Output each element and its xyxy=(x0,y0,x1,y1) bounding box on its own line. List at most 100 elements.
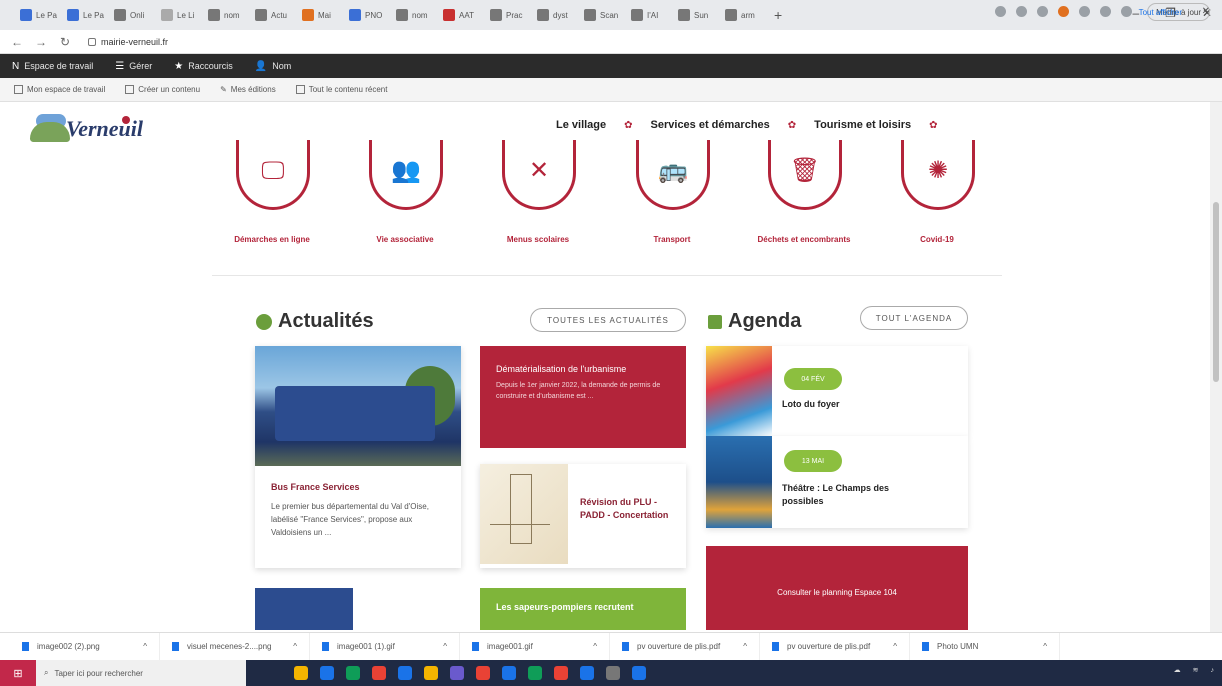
volume-icon[interactable]: ♪ xyxy=(1211,667,1215,674)
new-tab-button[interactable]: + xyxy=(774,7,782,23)
chevron-up-icon[interactable]: ^ xyxy=(443,642,447,651)
browser-tab[interactable]: Sun xyxy=(674,4,719,26)
url-field[interactable]: mairie-verneuil.fr xyxy=(88,37,168,47)
taskbar-app-icon[interactable] xyxy=(502,666,516,680)
planning-card[interactable]: Consulter le planning Espace 104 xyxy=(706,546,968,630)
quick-link[interactable]: 🚌 Transport xyxy=(612,140,732,270)
news-card-pompiers[interactable]: Les sapeurs-pompiers recrutent xyxy=(480,588,686,630)
close-icon[interactable]: ✕ xyxy=(1202,6,1210,17)
back-icon[interactable]: ← xyxy=(10,35,24,49)
page-scrollbar[interactable] xyxy=(1210,102,1222,632)
admin-manage[interactable]: ☰ Gérer xyxy=(115,61,152,72)
chevron-up-icon[interactable]: ^ xyxy=(743,642,747,651)
download-item[interactable]: pv ouverture de plis.pdf ^ xyxy=(610,633,760,660)
profile-icon[interactable] xyxy=(1121,6,1132,17)
chevron-up-icon[interactable]: ^ xyxy=(593,642,597,651)
taskbar-app-icon[interactable] xyxy=(632,666,646,680)
browser-tab[interactable]: Onli xyxy=(110,4,155,26)
chevron-up-icon[interactable]: ^ xyxy=(893,642,897,651)
shortcut-my-edits[interactable]: ✎ Mes éditions xyxy=(220,85,276,94)
nav-services-demarches[interactable]: Services et démarches xyxy=(651,119,770,131)
shortcut-recent-content[interactable]: Tout le contenu récent xyxy=(295,85,387,94)
extension-icon[interactable] xyxy=(1058,6,1069,17)
browser-tab[interactable]: AAT xyxy=(439,4,484,26)
browser-tab[interactable]: nom xyxy=(204,4,249,26)
taskbar-app-icon[interactable] xyxy=(528,666,542,680)
event-poster xyxy=(706,436,772,528)
browser-tab[interactable]: Scan xyxy=(580,4,625,26)
show-all-downloads-link[interactable]: Tout afficher xyxy=(1139,8,1182,17)
event-poster xyxy=(706,346,772,436)
download-filename: visuel mecenes-2....png xyxy=(187,642,272,651)
browser-tab[interactable]: Mai xyxy=(298,4,343,26)
taskbar-search[interactable]: ⌕ Taper ici pour rechercher xyxy=(36,660,246,686)
quick-link[interactable]: ✺ Covid-19 xyxy=(877,140,997,270)
download-item[interactable]: pv ouverture de plis.pdf ^ xyxy=(760,633,910,660)
agenda-event[interactable]: 04 FÉV Loto du foyer xyxy=(706,346,968,436)
browser-tab[interactable]: PNO xyxy=(345,4,390,26)
quick-link[interactable]: ✕ Menus scolaires xyxy=(478,140,598,270)
windows-start-icon[interactable]: ⊞ xyxy=(0,660,36,686)
agenda-event[interactable]: 13 MAI Théâtre : Le Champs des possibles xyxy=(706,436,968,528)
taskbar-app-icon[interactable] xyxy=(450,666,464,680)
download-filename: image001 (1).gif xyxy=(337,642,395,651)
taskbar-app-icon[interactable] xyxy=(476,666,490,680)
taskbar-app-icon[interactable] xyxy=(346,666,360,680)
browser-tab[interactable]: dyst xyxy=(533,4,578,26)
quick-link[interactable]: 👥 Vie associative xyxy=(345,140,465,270)
extension-icon[interactable] xyxy=(995,6,1006,17)
taskbar-app-icon[interactable] xyxy=(372,666,386,680)
news-card-partial[interactable] xyxy=(255,588,353,630)
bullet-icon xyxy=(256,313,272,330)
shortcut-create-content[interactable]: Créer un contenu xyxy=(125,85,200,94)
admin-user[interactable]: 👤 Nom xyxy=(255,61,291,72)
taskbar-app-icon[interactable] xyxy=(320,666,334,680)
extension-icon[interactable] xyxy=(1016,6,1027,17)
shortcut-my-workspace[interactable]: Mon espace de travail xyxy=(14,85,105,94)
reload-icon[interactable]: ↻ xyxy=(58,35,72,49)
taskbar-app-icon[interactable] xyxy=(424,666,438,680)
taskbar-app-icon[interactable] xyxy=(580,666,594,680)
browser-tab[interactable]: Prac xyxy=(486,4,531,26)
browser-tab[interactable]: nom xyxy=(392,4,437,26)
download-item[interactable]: image001.gif ^ xyxy=(460,633,610,660)
chevron-up-icon[interactable]: ^ xyxy=(143,642,147,651)
all-agenda-button[interactable]: TOUT L'AGENDA xyxy=(860,306,968,330)
all-news-button[interactable]: TOUTES LES ACTUALITÉS xyxy=(530,308,686,332)
file-icon xyxy=(922,642,929,651)
taskbar-app-icon[interactable] xyxy=(554,666,568,680)
browser-tab[interactable]: I'AI xyxy=(627,4,672,26)
puzzle-icon[interactable] xyxy=(1100,6,1111,17)
download-item[interactable]: image002 (2).png ^ xyxy=(10,633,160,660)
browser-tab[interactable]: Actu xyxy=(251,4,296,26)
download-item[interactable]: image001 (1).gif ^ xyxy=(310,633,460,660)
download-item[interactable]: visuel mecenes-2....png ^ xyxy=(160,633,310,660)
taskbar-app-icon[interactable] xyxy=(606,666,620,680)
star-icon[interactable] xyxy=(1037,6,1048,17)
nav-le-village[interactable]: Le village xyxy=(556,119,606,131)
download-item[interactable]: Photo UMN ^ xyxy=(910,633,1060,660)
admin-shortcuts[interactable]: ★ Raccourcis xyxy=(174,61,232,72)
browser-tab[interactable]: Le Pa xyxy=(16,4,61,26)
quick-link[interactable]: 🖵 Démarches en ligne xyxy=(212,140,332,270)
taskbar-app-icon[interactable] xyxy=(294,666,308,680)
news-card-plu[interactable]: Révision du PLU - PADD - Concertation xyxy=(480,464,686,568)
download-filename: image002 (2).png xyxy=(37,642,100,651)
browser-tab[interactable]: Le Li xyxy=(157,4,202,26)
news-card-urbanisme[interactable]: Dématérialisation de l'urbanisme Depuis … xyxy=(480,346,686,448)
scroll-thumb[interactable] xyxy=(1213,202,1219,382)
browser-tab[interactable]: arm xyxy=(721,4,766,26)
extension-icon[interactable] xyxy=(1079,6,1090,17)
taskbar-app-icon[interactable] xyxy=(398,666,412,680)
admin-workspace[interactable]: N Espace de travail xyxy=(12,61,93,72)
quick-link[interactable]: 🗑 Déchets et encombrants xyxy=(744,140,864,270)
forward-icon[interactable]: → xyxy=(34,35,48,49)
chevron-up-icon[interactable]: ^ xyxy=(293,642,297,651)
wifi-icon[interactable]: ≋ xyxy=(1193,666,1199,674)
browser-tab[interactable]: Le Pa xyxy=(63,4,108,26)
nav-tourisme-loisirs[interactable]: Tourisme et loisirs xyxy=(814,119,911,131)
chevron-up-icon[interactable]: ^ xyxy=(1043,642,1047,651)
weather-icon[interactable]: ☁ xyxy=(1174,666,1181,674)
news-card-bus[interactable]: Bus France Services Le premier bus dépar… xyxy=(255,346,461,568)
site-logo[interactable]: Verneuil xyxy=(30,110,143,144)
